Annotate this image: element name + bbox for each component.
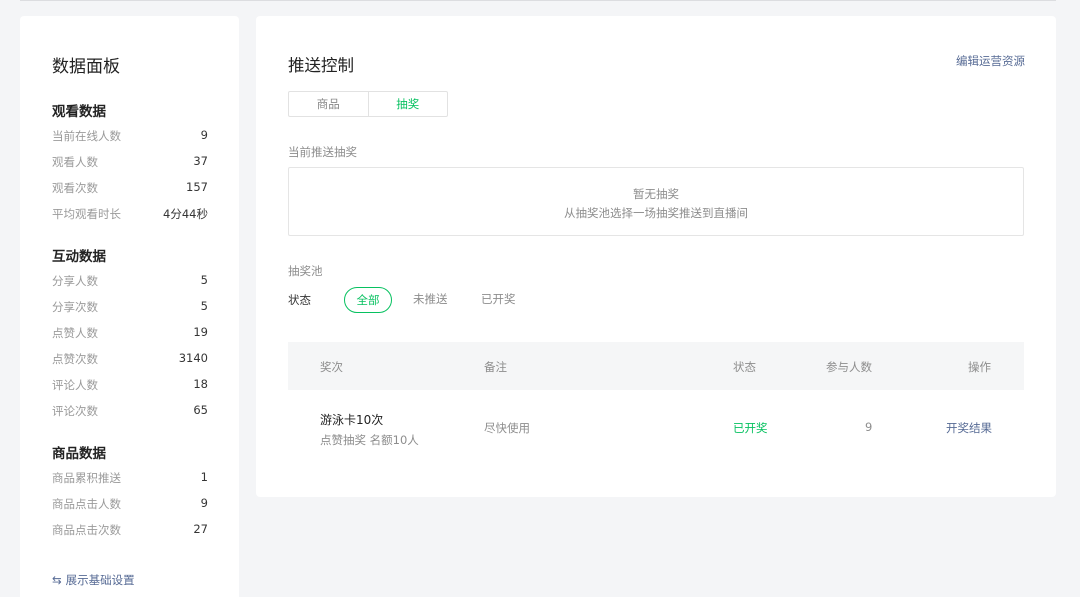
stat-value: 27 — [193, 522, 208, 536]
table-row: 游泳卡10次 点赞抽奖 名额10人 尽快使用 已开奖 9 开奖结果 — [288, 396, 1024, 458]
tab-lottery[interactable]: 抽奖 — [367, 92, 448, 116]
group-title-interaction: 互动数据 — [52, 249, 106, 265]
stat-label: 点赞次数 — [52, 352, 98, 366]
stat-label: 分享次数 — [52, 300, 98, 314]
stat-row: 商品点击次数 27 — [52, 520, 208, 540]
filter-drawn[interactable]: 已开奖 — [481, 287, 516, 313]
table-header: 奖次 备注 状态 参与人数 操作 — [288, 342, 1024, 390]
stat-row: 评论人数 18 — [52, 375, 208, 395]
stat-label: 分享人数 — [52, 274, 98, 288]
stat-value: 9 — [200, 496, 208, 510]
current-lottery-label: 当前推送抽奖 — [288, 145, 357, 159]
stat-label: 观看人数 — [52, 155, 98, 169]
stat-row: 评论次数 65 — [52, 401, 208, 421]
stat-label: 当前在线人数 — [52, 129, 121, 143]
stat-value: 19 — [193, 325, 208, 339]
stat-value: 5 — [200, 299, 208, 313]
stat-row: 观看次数 157 — [52, 178, 208, 198]
stat-value: 1 — [200, 470, 208, 484]
stat-value: 5 — [200, 273, 208, 287]
stat-value: 3140 — [178, 351, 208, 365]
stat-row: 分享次数 5 — [52, 297, 208, 317]
filter-all[interactable]: 全部 — [344, 287, 392, 313]
stat-value: 9 — [200, 128, 208, 142]
stat-label: 点赞人数 — [52, 326, 98, 340]
stat-label: 评论次数 — [52, 404, 98, 418]
participants-cell: 9 — [865, 420, 873, 434]
col-status: 状态 — [733, 360, 756, 374]
stat-value: 4分44秒 — [163, 207, 208, 221]
stat-row: 分享人数 5 — [52, 271, 208, 291]
edit-resources-link[interactable]: 编辑运营资源 — [956, 53, 1025, 69]
empty-title: 暂无抽奖 — [633, 187, 679, 201]
stat-label: 观看次数 — [52, 181, 98, 195]
empty-hint: 从抽奖池选择一场抽奖推送到直播间 — [564, 206, 748, 220]
swap-icon: ⇆ — [52, 573, 62, 587]
top-divider — [20, 0, 1056, 1]
data-panel: 数据面板 观看数据 当前在线人数 9 观看人数 37 观看次数 157 平均观看时长 4… — [20, 16, 239, 597]
stat-label: 商品点击次数 — [52, 523, 121, 537]
push-control-card: 推送控制 编辑运营资源 商品 抽奖 当前推送抽奖 暂无抽奖 从抽奖池选择一场抽奖… — [256, 16, 1056, 497]
show-basic-settings-label: 展示基础设置 — [65, 573, 135, 587]
col-prize: 奖次 — [320, 360, 343, 374]
stat-value: 18 — [193, 377, 208, 391]
stat-row: 当前在线人数 9 — [52, 126, 208, 146]
stat-value: 65 — [193, 403, 208, 417]
col-participants: 参与人数 — [826, 360, 872, 374]
stat-row: 商品点击人数 9 — [52, 494, 208, 514]
prize-cell: 游泳卡10次 点赞抽奖 名额10人 — [320, 411, 419, 448]
prize-subtitle: 点赞抽奖 名额10人 — [320, 433, 419, 447]
stat-row: 商品累积推送 1 — [52, 468, 208, 488]
prize-name: 游泳卡10次 — [320, 413, 384, 427]
stat-label: 平均观看时长 — [52, 207, 121, 221]
stat-label: 商品点击人数 — [52, 497, 121, 511]
col-action: 操作 — [968, 360, 991, 374]
col-note: 备注 — [484, 360, 507, 374]
draw-result-link[interactable]: 开奖结果 — [946, 420, 992, 436]
panel-title: 数据面板 — [52, 57, 120, 77]
tab-goods[interactable]: 商品 — [289, 92, 368, 116]
note-cell: 尽快使用 — [484, 421, 530, 435]
stat-value: 37 — [193, 154, 208, 168]
tab-bar: 商品 抽奖 — [288, 91, 448, 117]
group-title-watch: 观看数据 — [52, 104, 106, 120]
stat-row: 点赞次数 3140 — [52, 349, 208, 369]
stat-label: 评论人数 — [52, 378, 98, 392]
status-filter-label: 状态 — [288, 293, 311, 307]
stat-row: 观看人数 37 — [52, 152, 208, 172]
filter-not-pushed[interactable]: 未推送 — [413, 287, 448, 313]
empty-state: 暂无抽奖 从抽奖池选择一场抽奖推送到直播间 — [288, 167, 1024, 236]
stat-row: 点赞人数 19 — [52, 323, 208, 343]
stat-label: 商品累积推送 — [52, 471, 121, 485]
page-title: 推送控制 — [288, 56, 354, 75]
stat-row: 平均观看时长 4分44秒 — [52, 204, 208, 224]
show-basic-settings-link[interactable]: ⇆ 展示基础设置 — [52, 572, 135, 588]
group-title-goods: 商品数据 — [52, 446, 106, 462]
stat-value: 157 — [186, 180, 208, 194]
status-cell: 已开奖 — [733, 421, 768, 435]
lottery-pool-label: 抽奖池 — [288, 264, 323, 278]
